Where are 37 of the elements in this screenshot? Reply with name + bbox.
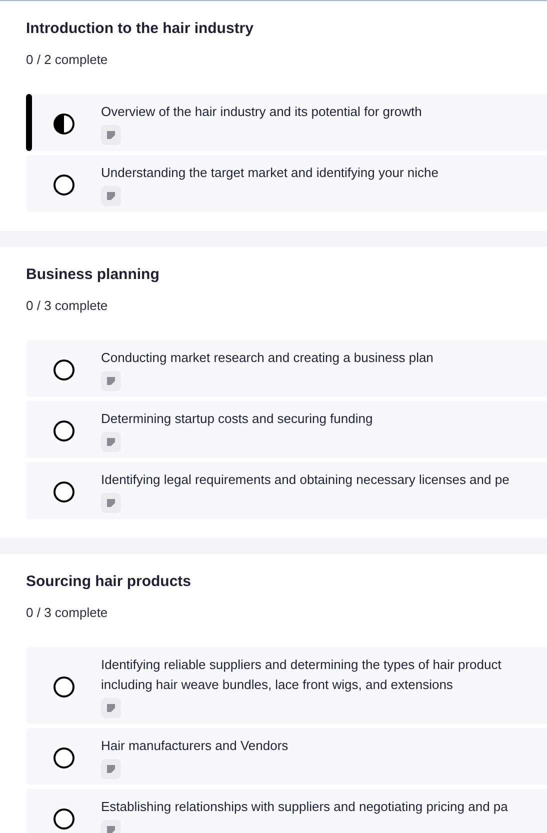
lesson-row[interactable]: Overview of the hair industry and its potential for growth: [26, 94, 547, 151]
section-title: Sourcing hair products: [26, 573, 192, 590]
lesson-title: Hair manufacturers and Vendors: [101, 737, 288, 755]
lesson-row[interactable]: Understanding the target market and identifying your niche: [26, 155, 547, 212]
lesson-row[interactable]: Hair manufacturers and Vendors: [26, 728, 547, 785]
empty-circle-icon[interactable]: [53, 174, 75, 196]
lesson-row[interactable]: Determining startup costs and securing funding: [26, 401, 547, 458]
note-icon[interactable]: [101, 759, 121, 779]
note-icon[interactable]: [101, 125, 121, 145]
lesson-title: Identifying reliable suppliers and determining the types of hair product including hair weave bundles, lace front wigs, and extensions: [101, 656, 502, 694]
lesson-title: Establishing relationships with suppliers and negotiating pricing and pa: [101, 798, 508, 816]
note-icon[interactable]: [101, 698, 121, 718]
empty-circle-icon[interactable]: [53, 808, 75, 830]
lesson-row[interactable]: Establishing relationships with suppliers and negotiating pricing and pa: [26, 789, 547, 833]
lesson-title: Determining startup costs and securing funding: [101, 410, 373, 428]
lesson-title: Understanding the target market and identifying your niche: [101, 164, 438, 182]
lesson-title: Conducting market research and creating a business plan: [101, 349, 434, 367]
note-icon[interactable]: [101, 371, 121, 391]
progress-text: 0 / 3 complete: [26, 605, 109, 620]
section-title: Business planning: [26, 266, 160, 283]
section-title: Introduction to the hair industry: [26, 20, 254, 37]
empty-circle-icon[interactable]: [53, 358, 75, 380]
lesson-row[interactable]: Identifying reliable suppliers and determining the types of hair product including hair weave bundles, lace front wigs, and extensions: [26, 647, 547, 724]
note-icon[interactable]: [101, 493, 121, 513]
lesson-row[interactable]: Identifying legal requirements and obtaining necessary licenses and pe: [26, 462, 547, 519]
half-filled-circle-icon[interactable]: [53, 112, 75, 134]
empty-circle-icon[interactable]: [53, 480, 75, 502]
lesson-title: Overview of the hair industry and its potential for growth: [101, 103, 422, 121]
lesson-row[interactable]: Conducting market research and creating a business plan: [26, 340, 547, 397]
empty-circle-icon[interactable]: [53, 420, 75, 442]
empty-circle-icon[interactable]: [53, 746, 75, 768]
empty-circle-icon[interactable]: [53, 676, 75, 698]
lesson-title: Identifying legal requirements and obtaining necessary licenses and pe: [101, 471, 510, 489]
progress-text: 0 / 2 complete: [26, 52, 109, 67]
progress-text: 0 / 3 complete: [26, 298, 109, 313]
note-icon[interactable]: [101, 186, 121, 206]
note-icon[interactable]: [101, 432, 121, 452]
